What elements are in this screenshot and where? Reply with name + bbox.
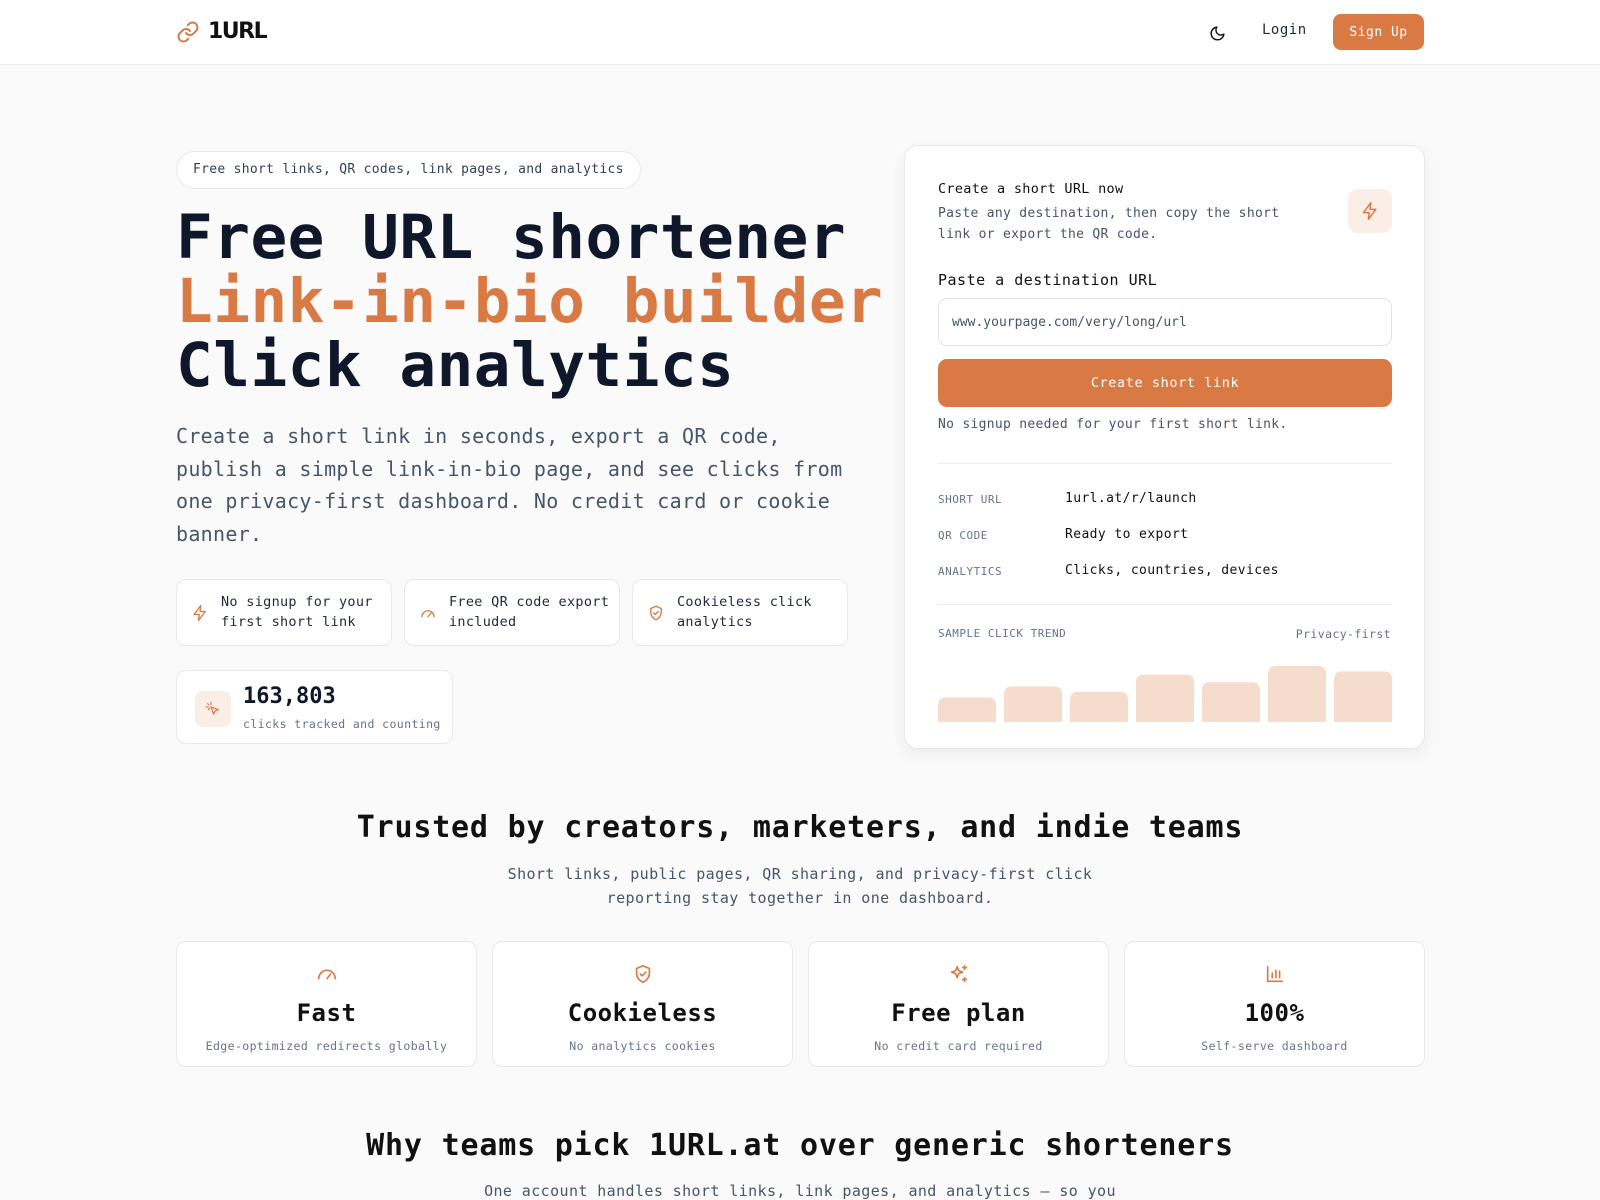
clicks-counter-value: 163,803 (243, 684, 336, 709)
detail-value-qr-code: Ready to export (1065, 527, 1189, 542)
shield-check-icon (635, 964, 650, 984)
stat-card-fast: Fast Edge-optimized redirects globally (176, 941, 477, 1067)
feature-chip-no-signup: No signup for your first short link (176, 579, 392, 646)
trend-bar-2 (1004, 686, 1062, 722)
no-signup-note: No signup needed for your first short li… (938, 417, 1288, 432)
detail-key-short-url: SHORT URL (938, 493, 1003, 506)
trend-bar-6 (1268, 666, 1326, 722)
card-bolt-badge (1348, 189, 1392, 233)
logo[interactable]: 1URL (176, 19, 268, 44)
card-subtitle: Paste any destination, then copy the sho… (938, 206, 1280, 242)
trend-bar-3 (1070, 691, 1128, 722)
stat-value: Fast (296, 999, 357, 1027)
bar-chart-icon (1266, 965, 1283, 983)
why-section-title: Why teams pick 1URL.at over generic shor… (366, 1128, 1234, 1163)
divider (938, 463, 1392, 464)
hero-title-line-2: Link-in-bio builder (176, 266, 884, 337)
hero-title-line-1: Free URL shortener (176, 202, 847, 273)
create-short-link-button[interactable]: Create short link (938, 359, 1392, 407)
stat-card-free-plan: Free plan No credit card required (808, 941, 1109, 1067)
stat-card-self-serve: 100% Self-serve dashboard (1124, 941, 1425, 1067)
divider (938, 604, 1392, 605)
hero-title: Free URL shortener Link-in-bio builder C… (176, 206, 883, 398)
hero-pill-badge: Free short links, QR codes, link pages, … (176, 151, 641, 189)
counter-icon-box (195, 691, 231, 727)
stat-card-cookieless: Cookieless No analytics cookies (492, 941, 793, 1067)
stat-label: Self-serve dashboard (1201, 1039, 1348, 1053)
trend-bar-4 (1136, 674, 1194, 722)
top-navbar: 1URL Login Sign Up (0, 0, 1600, 65)
destination-url-input[interactable] (938, 298, 1392, 346)
detail-value-short-url: 1url.at/r/launch (1065, 491, 1197, 506)
click-trend-chart (938, 666, 1392, 722)
feature-chip-label: No signup for your first short link (221, 594, 373, 630)
bolt-icon (193, 604, 206, 621)
stat-value: 100% (1244, 999, 1305, 1027)
logo-text: 1URL (208, 19, 268, 44)
detail-value-analytics: Clicks, countries, devices (1065, 563, 1279, 578)
feature-chip-cookieless: Cookieless click analytics (632, 579, 848, 646)
feature-chip-qr: Free QR code export included (404, 579, 620, 646)
detail-key-qr-code: QR CODE (938, 529, 988, 542)
moon-icon (1210, 25, 1225, 40)
shield-check-icon (650, 605, 662, 620)
trend-bar-7 (1334, 671, 1392, 722)
trusted-section-title: Trusted by creators, marketers, and indi… (356, 810, 1244, 845)
stat-value: Free plan (891, 999, 1026, 1027)
trusted-section-subtitle: Short links, public pages, QR sharing, a… (507, 865, 1093, 907)
trend-bar-5 (1202, 682, 1260, 722)
cursor-click-icon (205, 701, 219, 715)
bolt-icon (1362, 201, 1377, 221)
hero-description: Create a short link in seconds, export a… (176, 424, 843, 546)
trend-label: SAMPLE CLICK TREND (938, 627, 1067, 640)
feature-chip-label: Cookieless click analytics (677, 594, 812, 630)
hero-title-line-3: Click analytics (176, 330, 735, 401)
clicks-counter-label: clicks tracked and counting (243, 717, 441, 731)
login-link[interactable]: Login (1262, 22, 1307, 38)
sparkles-icon (950, 964, 967, 983)
gauge-icon (421, 609, 435, 617)
detail-key-analytics: ANALYTICS (938, 565, 1003, 578)
stat-value: Cookieless (567, 999, 718, 1027)
privacy-first-badge: Privacy-first (1295, 627, 1391, 641)
stat-label: Edge-optimized redirects globally (205, 1039, 448, 1053)
gauge-icon (317, 969, 336, 980)
link-icon (177, 21, 199, 42)
feature-chip-label: Free QR code export included (449, 594, 610, 630)
why-section-subtitle: One account handles short links, link pa… (484, 1182, 1116, 1200)
destination-url-label: Paste a destination URL (938, 271, 1158, 289)
stat-label: No analytics cookies (569, 1039, 716, 1053)
stat-label: No credit card required (874, 1039, 1043, 1053)
signup-button[interactable]: Sign Up (1333, 14, 1424, 50)
trend-bar-1 (938, 697, 996, 722)
theme-toggle-button[interactable] (1204, 20, 1230, 46)
clicks-counter-card: 163,803 clicks tracked and counting (176, 670, 453, 744)
create-short-url-card: Create a short URL now Paste any destina… (904, 145, 1425, 749)
card-title: Create a short URL now (938, 181, 1124, 197)
